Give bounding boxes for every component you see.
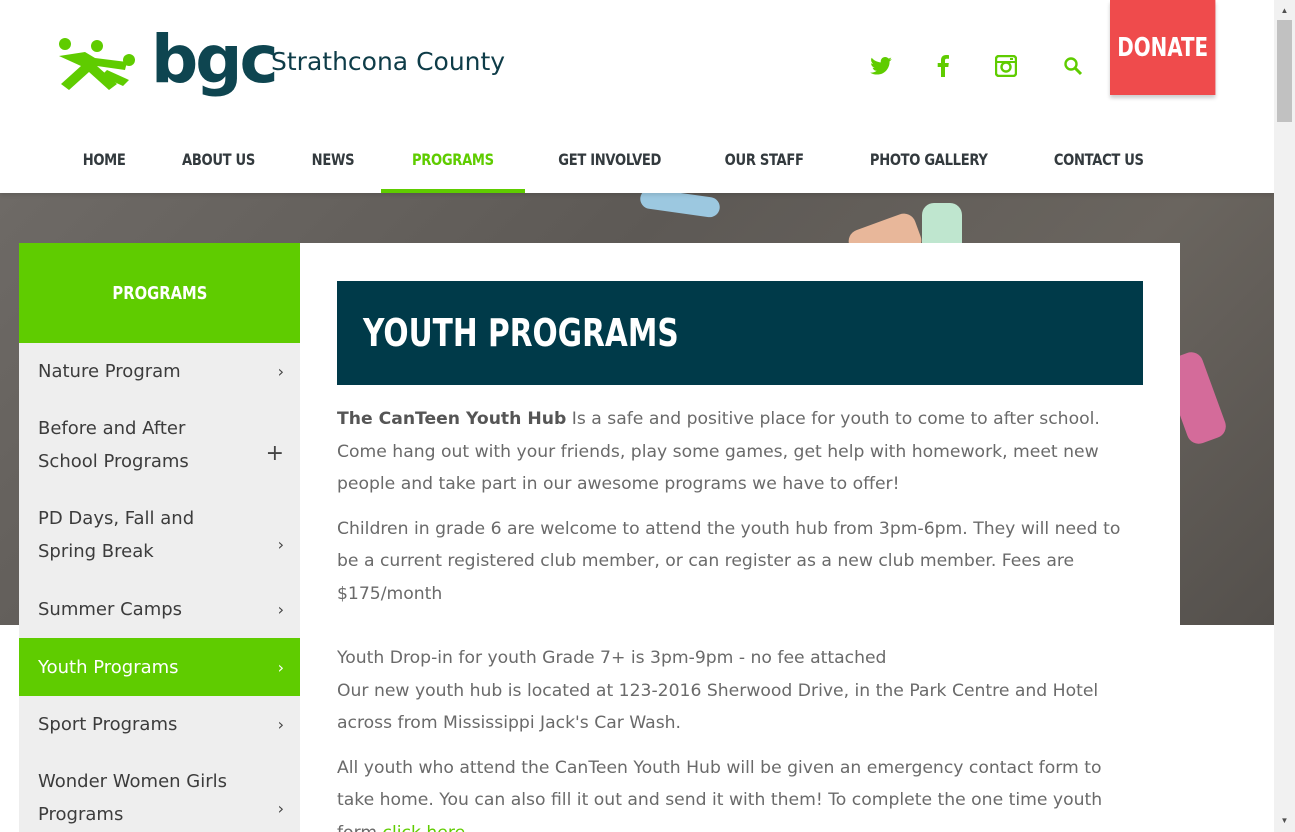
chevron-right-icon: › (277, 715, 284, 734)
bgc-logo-mark-icon (55, 36, 139, 96)
form-paragraph: All youth who attend the CanTeen Youth H… (337, 752, 1143, 832)
main-nav: HOME ABOUT US NEWS PROGRAMS GET INVOLVED… (56, 126, 1176, 193)
nav-photo-gallery[interactable]: PHOTO GALLERY (835, 126, 1022, 193)
facebook-icon[interactable] (927, 50, 959, 82)
chevron-right-icon: › (277, 599, 284, 619)
sidebar-heading: PROGRAMS (19, 243, 300, 343)
scroll-thumb[interactable] (1277, 20, 1292, 122)
scroll-up-arrow-icon[interactable]: ▲ (1274, 2, 1295, 19)
county-name: Strathcona County (271, 47, 506, 76)
sidebar-item-label: PD Days, Fall and Spring Break (38, 508, 195, 562)
page-content: The CanTeen Youth Hub Is a safe and posi… (337, 403, 1143, 832)
nav-about-us[interactable]: ABOUT US (152, 126, 285, 193)
twitter-icon[interactable] (865, 50, 897, 82)
sidebar-item-label: Wonder Women Girls Programs (38, 771, 228, 825)
grade6-paragraph: Children in grade 6 are welcome to atten… (337, 518, 1121, 604)
chevron-right-icon: › (277, 799, 284, 818)
sidebar-item-label: Nature Program (38, 361, 181, 382)
intro-paragraph: The CanTeen Youth Hub Is a safe and posi… (337, 409, 1100, 494)
sidebar-item-label: Summer Camps (38, 598, 183, 620)
logo-wordmark: bgc (151, 21, 279, 98)
sidebar-item-before-after-school[interactable]: Before and After School Programs + (19, 400, 300, 490)
nav-programs[interactable]: PROGRAMS (381, 126, 525, 193)
nav-news[interactable]: NEWS (285, 126, 381, 193)
chevron-right-icon: › (277, 535, 284, 554)
youth-form-link[interactable]: click here (383, 823, 466, 832)
scroll-down-arrow-icon[interactable]: ▼ (1274, 812, 1295, 829)
sidebar-item-label: Youth Programs (38, 656, 179, 678)
sidebar-item-youth-programs[interactable]: Youth Programs › (19, 638, 300, 696)
instagram-icon[interactable] (990, 50, 1022, 82)
sidebar-item-label: Sport Programs (38, 714, 178, 735)
page-title: YOUTH PROGRAMS (363, 311, 679, 355)
site-header: bgc Strathcona County DONATE HOME ABOUT … (0, 0, 1274, 193)
page-title-bar: YOUTH PROGRAMS (337, 281, 1143, 385)
sidebar-item-label: Before and After School Programs (38, 418, 189, 472)
canteen-name: The CanTeen Youth Hub (337, 409, 567, 429)
sidebar-item-nature-program[interactable]: Nature Program › (19, 343, 300, 400)
sidebar-item-wonder-women[interactable]: Wonder Women Girls Programs › (19, 753, 300, 832)
nav-get-involved[interactable]: GET INVOLVED (525, 126, 694, 193)
sidebar-item-summer-camps[interactable]: Summer Camps › (19, 580, 300, 638)
programs-sidebar: PROGRAMS Nature Program › Before and Aft… (19, 243, 300, 832)
sidebar-item-pd-days[interactable]: PD Days, Fall and Spring Break › (19, 490, 300, 580)
page-scrollbar[interactable]: ▲ ▼ (1274, 0, 1295, 832)
main-content-card: YOUTH PROGRAMS The CanTeen Youth Hub Is … (300, 243, 1180, 832)
chalk-blue (638, 193, 722, 219)
nav-our-staff[interactable]: OUR STAFF (694, 126, 834, 193)
donate-button[interactable]: DONATE (1110, 0, 1216, 95)
chevron-right-icon: › (277, 657, 284, 677)
sidebar-item-sport-programs[interactable]: Sport Programs › (19, 696, 300, 753)
nav-contact-us[interactable]: CONTACT US (1022, 126, 1176, 193)
search-icon[interactable] (1057, 50, 1089, 82)
dropin-paragraph: Youth Drop-in for youth Grade 7+ is 3pm-… (337, 648, 1099, 733)
nav-home[interactable]: HOME (56, 126, 152, 193)
chevron-right-icon: › (277, 362, 284, 381)
plus-icon[interactable]: + (266, 443, 284, 465)
bgc-logo[interactable]: bgc (55, 21, 279, 106)
